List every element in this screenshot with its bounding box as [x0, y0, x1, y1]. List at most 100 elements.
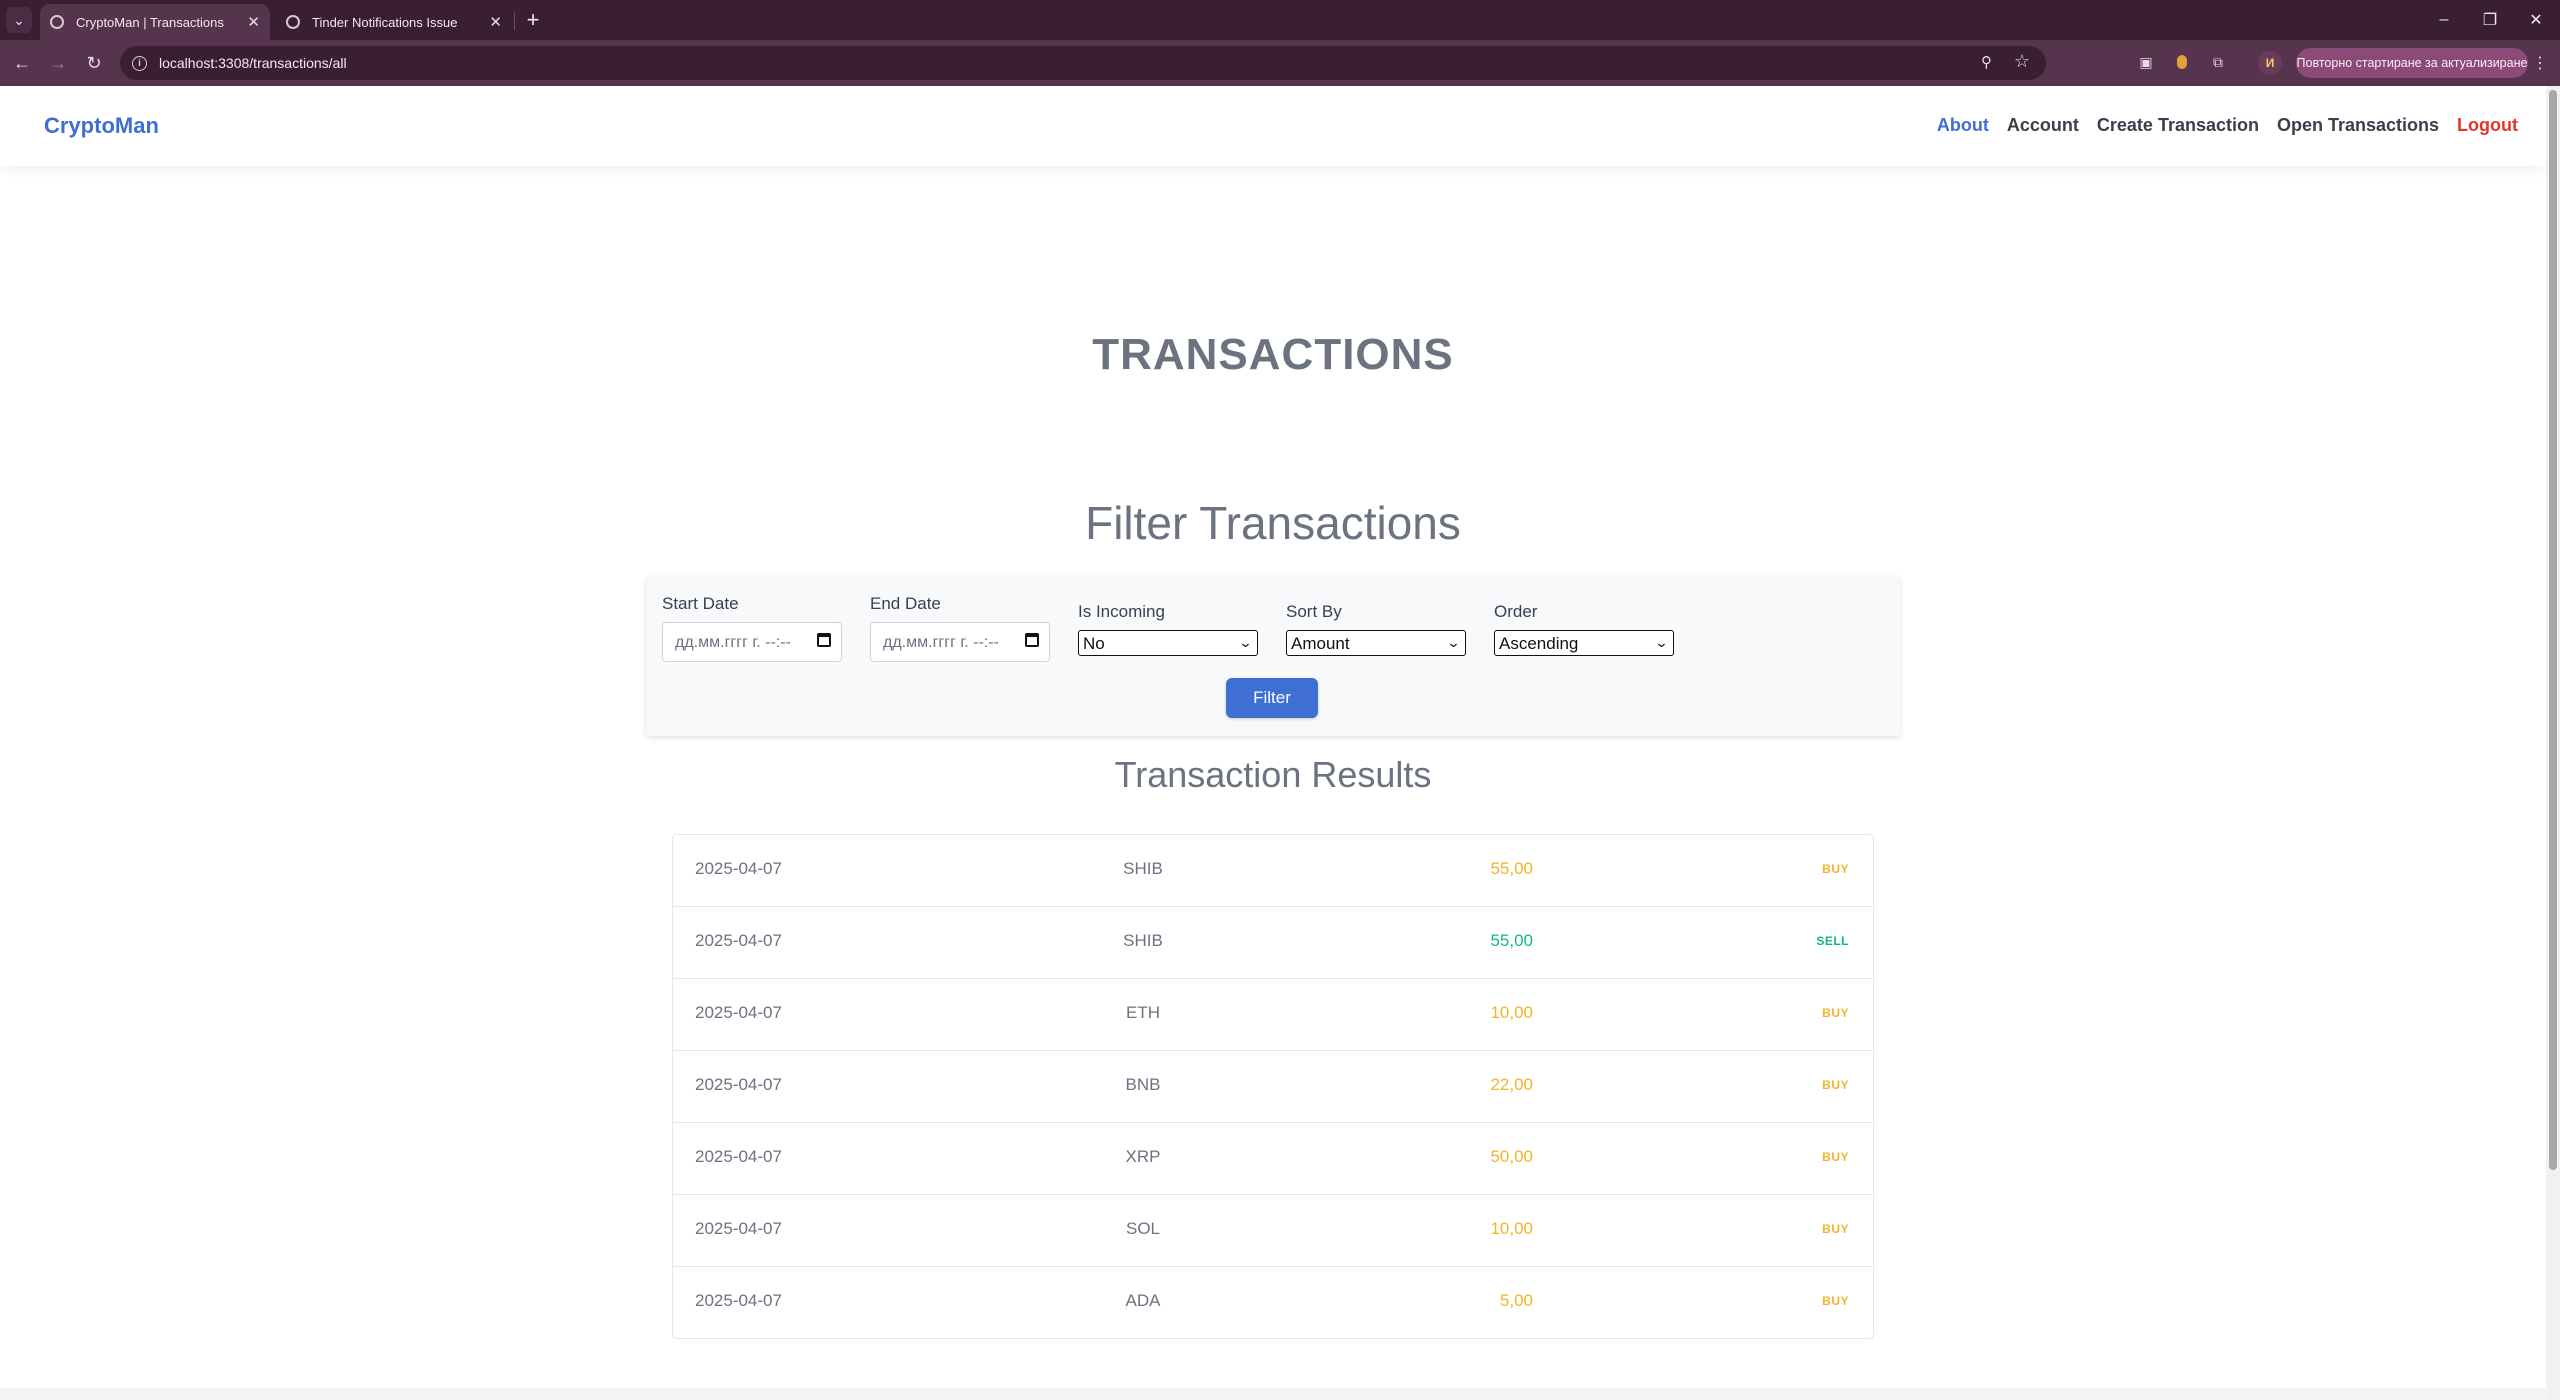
- chevron-down-icon: ⌄: [1446, 635, 1461, 650]
- calendar-icon[interactable]: [1025, 633, 1039, 647]
- nav-logout[interactable]: Logout: [2457, 115, 2518, 136]
- transaction-date: 2025-04-07: [695, 1219, 782, 1238]
- minimize-icon: –: [2439, 11, 2449, 28]
- transaction-date: 2025-04-07: [695, 931, 782, 950]
- tab-divider: [514, 12, 515, 30]
- browser-tab-active[interactable]: CryptoMan | Transactions ✕: [40, 4, 270, 40]
- arrow-right-icon: →: [49, 52, 67, 73]
- filter-form: Start Date дд.мм.гггг г. --:-- End Date …: [646, 576, 1900, 736]
- transaction-date: 2025-04-07: [695, 1075, 782, 1094]
- browser-menu-icon[interactable]: ⋮: [2530, 52, 2550, 74]
- end-date-input[interactable]: дд.мм.гггг г. --:--: [870, 622, 1050, 662]
- transaction-row[interactable]: 2025-04-07 BNB 22,00 BUY: [673, 1051, 1873, 1123]
- close-icon: ✕: [2529, 12, 2543, 29]
- is-incoming-select[interactable]: No ⌄: [1078, 630, 1258, 656]
- transaction-coin: SHIB: [1123, 931, 1163, 950]
- page-viewport: CryptoMan About Account Create Transacti…: [0, 86, 2546, 1400]
- transaction-type-badge: SELL: [1816, 934, 1849, 948]
- transaction-amount: 50,00: [1490, 1147, 1533, 1166]
- close-icon[interactable]: ✕: [489, 13, 502, 31]
- extension-icon[interactable]: [2172, 52, 2192, 72]
- transaction-coin: ETH: [1126, 1003, 1160, 1022]
- url-text[interactable]: localhost:3308/transactions/all: [159, 55, 347, 71]
- profile-avatar[interactable]: И: [2258, 51, 2282, 75]
- results-heading: Transaction Results: [1114, 754, 1432, 795]
- reload-icon: ↻: [86, 52, 102, 73]
- start-date-value: дд.мм.гггг г. --:--: [675, 634, 791, 651]
- forward-button[interactable]: →: [44, 49, 72, 77]
- transaction-row[interactable]: 2025-04-07 XRP 50,00 BUY: [673, 1123, 1873, 1195]
- nav-about[interactable]: About: [1937, 115, 1989, 136]
- transaction-coin: BNB: [1125, 1075, 1161, 1094]
- is-incoming-group: Is Incoming No ⌄: [1078, 602, 1258, 656]
- transaction-row[interactable]: 2025-04-07 SHIB 55,00 BUY: [673, 835, 1873, 907]
- chevron-down-icon: ⌄: [1238, 635, 1253, 650]
- address-bar[interactable]: i localhost:3308/transactions/all ⚲ ☆: [120, 46, 2046, 80]
- close-icon[interactable]: ✕: [247, 13, 260, 31]
- tab-title: Tinder Notifications Issue: [312, 14, 458, 30]
- end-date-group: End Date дд.мм.гггг г. --:--: [870, 594, 1050, 662]
- close-window-button[interactable]: ✕: [2516, 6, 2556, 34]
- browser-tab-strip: ⌄ CryptoMan | Transactions ✕ Tinder Noti…: [0, 0, 2560, 40]
- sort-by-select[interactable]: Amount ⌄: [1286, 630, 1466, 656]
- order-select[interactable]: Ascending ⌄: [1494, 630, 1674, 656]
- transaction-amount: 10,00: [1490, 1003, 1533, 1022]
- transaction-type-badge: BUY: [1822, 1222, 1849, 1236]
- tab-title: CryptoMan | Transactions: [76, 14, 224, 30]
- transaction-type-badge: BUY: [1822, 862, 1849, 876]
- transaction-coin: ADA: [1125, 1291, 1161, 1310]
- back-button[interactable]: ←: [8, 49, 36, 77]
- sort-by-label: Sort By: [1286, 602, 1342, 621]
- globe-icon: [50, 15, 64, 29]
- sort-by-group: Sort By Amount ⌄: [1286, 602, 1466, 656]
- restore-icon: ❐: [2482, 12, 2498, 29]
- transaction-amount: 5,00: [1499, 1291, 1533, 1310]
- page-title: TRANSACTIONS: [1092, 330, 1454, 379]
- transaction-row[interactable]: 2025-04-07 ETH 10,00 BUY: [673, 979, 1873, 1051]
- update-button[interactable]: Повторно стартиране за актуализиране: [2296, 48, 2528, 78]
- transaction-date: 2025-04-07: [695, 1291, 782, 1310]
- browser-toolbar: ← → ↻ i localhost:3308/transactions/all …: [0, 40, 2560, 86]
- transaction-type-badge: BUY: [1822, 1294, 1849, 1308]
- restore-button[interactable]: ❐: [2470, 6, 2510, 34]
- chevron-down-icon: ⌄: [1654, 635, 1669, 650]
- transaction-results-list: 2025-04-07 SHIB 55,00 BUY 2025-04-07 SHI…: [672, 834, 1874, 1339]
- filter-button[interactable]: Filter: [1226, 678, 1318, 718]
- site-header: CryptoMan About Account Create Transacti…: [0, 86, 2546, 166]
- extensions-puzzle-icon[interactable]: ⧉: [2208, 52, 2228, 72]
- nav-create-transaction[interactable]: Create Transaction: [2097, 115, 2259, 136]
- transaction-amount: 55,00: [1490, 859, 1533, 878]
- zoom-icon[interactable]: ⚲: [1981, 53, 1992, 71]
- arrow-left-icon: ←: [13, 52, 31, 73]
- minimize-button[interactable]: –: [2424, 6, 2464, 34]
- start-date-group: Start Date дд.мм.гггг г. --:--: [662, 594, 842, 662]
- reload-button[interactable]: ↻: [80, 49, 108, 77]
- transaction-row[interactable]: 2025-04-07 SHIB 55,00 SELL: [673, 907, 1873, 979]
- brand-logo[interactable]: CryptoMan: [44, 113, 159, 139]
- bookmark-star-icon[interactable]: ☆: [2014, 51, 2030, 72]
- globe-icon: [286, 15, 300, 29]
- nav-open-transactions[interactable]: Open Transactions: [2277, 115, 2439, 136]
- transaction-type-badge: BUY: [1822, 1078, 1849, 1092]
- transaction-date: 2025-04-07: [695, 859, 782, 878]
- page-footer: [0, 1388, 2546, 1400]
- new-tab-button[interactable]: +: [520, 6, 546, 34]
- is-incoming-label: Is Incoming: [1078, 602, 1165, 621]
- extension-icon[interactable]: ▣: [2136, 52, 2156, 72]
- transaction-amount: 22,00: [1490, 1075, 1533, 1094]
- transaction-type-badge: BUY: [1822, 1150, 1849, 1164]
- site-info-icon[interactable]: i: [132, 55, 147, 71]
- calendar-icon[interactable]: [817, 633, 831, 647]
- transaction-row[interactable]: 2025-04-07 ADA 5,00 BUY: [673, 1267, 1873, 1338]
- scrollbar-thumb[interactable]: [2549, 90, 2557, 1170]
- transaction-date: 2025-04-07: [695, 1147, 782, 1166]
- browser-tab[interactable]: Tinder Notifications Issue ✕: [276, 4, 512, 40]
- transaction-amount: 10,00: [1490, 1219, 1533, 1238]
- nav-account[interactable]: Account: [2007, 115, 2079, 136]
- transaction-coin: XRP: [1125, 1147, 1161, 1166]
- transaction-row[interactable]: 2025-04-07 SOL 10,00 BUY: [673, 1195, 1873, 1267]
- transaction-type-badge: BUY: [1822, 1006, 1849, 1020]
- transaction-date: 2025-04-07: [695, 1003, 782, 1022]
- tab-search-button[interactable]: ⌄: [6, 7, 32, 33]
- start-date-input[interactable]: дд.мм.гггг г. --:--: [662, 622, 842, 662]
